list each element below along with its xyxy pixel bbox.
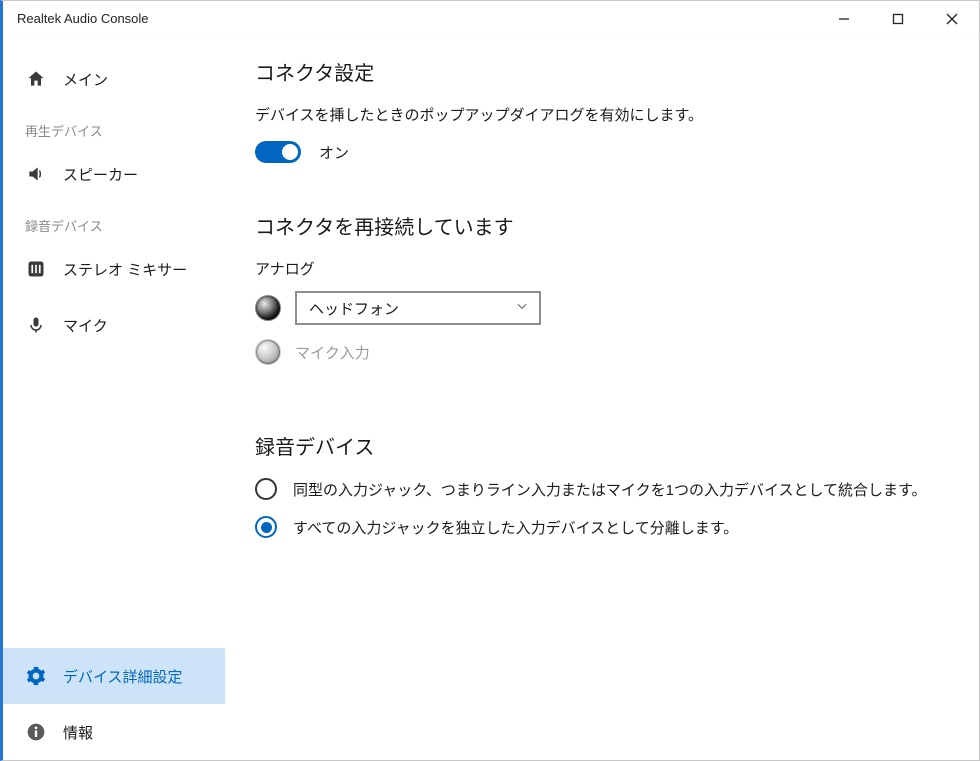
radio-separate[interactable]: すべての入力ジャックを独立した入力デバイスとして分離します。 — [255, 516, 949, 538]
toggle-knob — [282, 144, 298, 160]
jack-indicator-icon — [255, 295, 281, 321]
connector-settings-title: コネクタ設定 — [255, 57, 949, 86]
home-icon — [25, 68, 47, 90]
sidebar-item-speaker[interactable]: スピーカー — [3, 146, 225, 202]
chevron-down-icon — [515, 299, 529, 317]
connector-settings-desc: デバイスを挿したときのポップアップダイアログを有効にします。 — [255, 104, 949, 125]
jack-indicator-icon — [255, 339, 281, 365]
sidebar-item-label: デバイス詳細設定 — [63, 666, 183, 687]
info-icon — [25, 721, 47, 743]
radio-button-icon — [255, 516, 277, 538]
window-title: Realtek Audio Console — [3, 11, 817, 26]
jack-device-select[interactable]: ヘッドフォン — [295, 291, 541, 325]
window-controls — [817, 1, 979, 36]
mic-icon — [25, 314, 47, 336]
radio-inner-dot — [261, 522, 272, 533]
sidebar-item-label: ステレオ ミキサー — [63, 259, 187, 280]
maximize-button[interactable] — [871, 1, 925, 36]
analog-label: アナログ — [255, 258, 949, 279]
titlebar: Realtek Audio Console — [3, 1, 979, 37]
app-window: Realtek Audio Console メイン 再生 — [0, 0, 980, 761]
minimize-icon — [838, 13, 850, 25]
sidebar-item-label: 情報 — [63, 722, 93, 743]
sidebar-item-label: スピーカー — [63, 164, 138, 185]
speaker-icon — [25, 163, 47, 185]
close-icon — [946, 13, 958, 25]
maximize-icon — [892, 13, 904, 25]
sidebar-item-main[interactable]: メイン — [3, 51, 225, 107]
jack-disabled-label: マイク入力 — [295, 342, 370, 363]
radio-label: すべての入力ジャックを独立した入力デバイスとして分離します。 — [293, 517, 738, 538]
connector-retasking-title: コネクタを再接続しています — [255, 211, 949, 240]
combo-value: ヘッドフォン — [309, 298, 399, 319]
sidebar-item-info[interactable]: 情報 — [3, 704, 225, 760]
sidebar-section-playback: 再生デバイス — [3, 107, 225, 146]
gear-icon — [25, 665, 47, 687]
sidebar-section-record: 録音デバイス — [3, 202, 225, 241]
jack-row-headphone: ヘッドフォン — [255, 291, 949, 325]
mixer-icon — [25, 258, 47, 280]
minimize-button[interactable] — [817, 1, 871, 36]
radio-button-icon — [255, 478, 277, 500]
sidebar: メイン 再生デバイス スピーカー 録音デバイス ステレオ ミキサー — [3, 37, 225, 760]
popup-toggle[interactable] — [255, 141, 301, 163]
sidebar-item-advanced[interactable]: デバイス詳細設定 — [3, 648, 225, 704]
jack-row-mic-in: マイク入力 — [255, 339, 949, 365]
radio-label: 同型の入力ジャック、つまりライン入力またはマイクを1つの入力デバイスとして統合し… — [293, 479, 927, 500]
toggle-state-label: オン — [319, 142, 349, 163]
close-button[interactable] — [925, 1, 979, 36]
sidebar-item-label: メイン — [63, 69, 108, 90]
recording-device-title: 録音デバイス — [255, 431, 949, 460]
body: メイン 再生デバイス スピーカー 録音デバイス ステレオ ミキサー — [3, 37, 979, 760]
popup-toggle-row: オン — [255, 141, 949, 163]
radio-integrate[interactable]: 同型の入力ジャック、つまりライン入力またはマイクを1つの入力デバイスとして統合し… — [255, 478, 949, 500]
sidebar-item-label: マイク — [63, 315, 108, 336]
sidebar-item-stereo-mix[interactable]: ステレオ ミキサー — [3, 241, 225, 297]
sidebar-item-mic[interactable]: マイク — [3, 297, 225, 353]
main-content: コネクタ設定 デバイスを挿したときのポップアップダイアログを有効にします。 オン… — [225, 37, 979, 760]
